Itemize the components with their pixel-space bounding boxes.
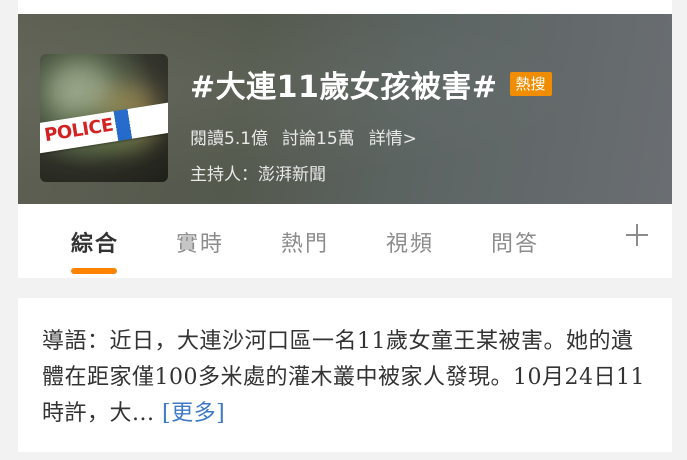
details-link[interactable]: 詳情> (369, 124, 417, 149)
hot-search-badge: 熱搜 (509, 72, 552, 96)
topic-host[interactable]: 主持人：澎湃新聞 (190, 160, 326, 185)
more-link[interactable]: [更多] (162, 401, 225, 426)
intro-text: 導語：近日，大連沙河口區一名11歲女童王某被害。她的遺體在距家僅100多米處的灌… (42, 329, 645, 426)
section-divider (18, 452, 672, 460)
tab-qa[interactable]: 問答 (491, 226, 539, 258)
title-row: #大連11歲女孩被害# 熱搜 (190, 64, 552, 105)
active-tab-indicator (71, 268, 117, 274)
tab-realtime[interactable]: 實時 (176, 226, 224, 258)
tab-bar: 綜合 實時 熱門 視頻 問答 (18, 204, 672, 278)
police-tape-text: POLICE (42, 114, 115, 147)
topic-thumbnail[interactable]: POLICE (40, 54, 168, 182)
topic-intro: 導語：近日，大連沙河口區一名11歲女童王某被害。她的遺體在距家僅100多米處的灌… (42, 324, 648, 432)
topic-stats: 閱讀5.1億 討論15萬 詳情> (190, 124, 417, 149)
topic-title: #大連11歲女孩被害# (190, 70, 498, 105)
topic-header: POLICE #大連11歲女孩被害# 熱搜 閱讀5.1億 討論15萬 詳情> 主… (18, 14, 672, 204)
discussion-count: 討論15萬 (282, 129, 355, 149)
plus-icon[interactable] (622, 220, 652, 250)
tab-popular[interactable]: 熱門 (281, 226, 329, 258)
topic-page: POLICE #大連11歲女孩被害# 熱搜 閱讀5.1億 討論15萬 詳情> 主… (18, 0, 672, 460)
read-count: 閱讀5.1億 (190, 129, 269, 149)
tab-video[interactable]: 視頻 (386, 226, 434, 258)
section-divider (18, 278, 672, 298)
tab-comprehensive[interactable]: 綜合 (71, 226, 119, 258)
